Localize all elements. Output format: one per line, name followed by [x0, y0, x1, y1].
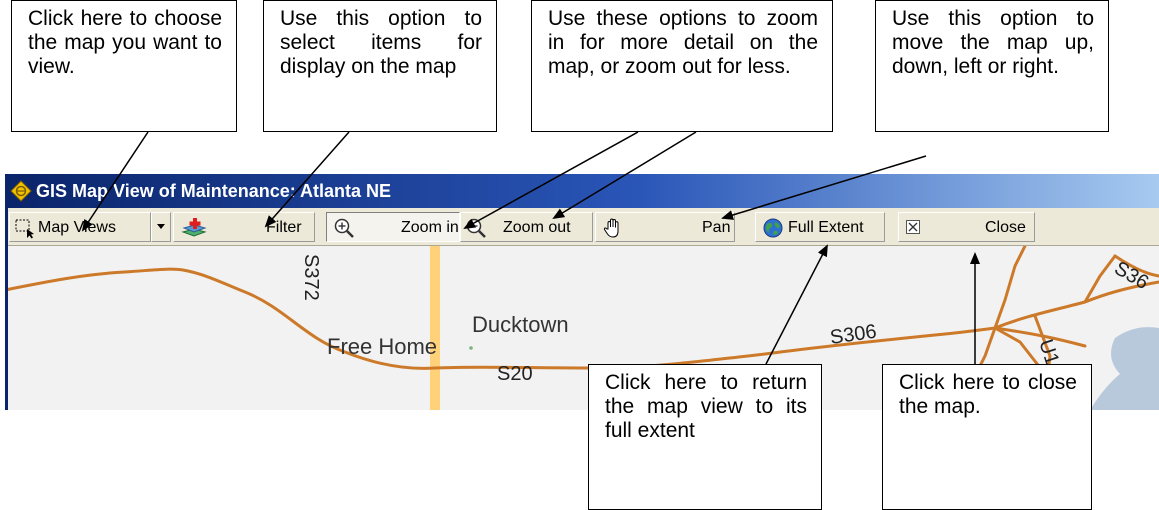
free-home-marker [469, 346, 473, 350]
filter-button[interactable]: Filter [173, 212, 315, 242]
gis-app-icon [10, 180, 32, 202]
chevron-down-icon [157, 224, 165, 229]
callout-zoom-text: Use these options to zoom in for more de… [548, 7, 818, 78]
zoom-in-label: Zoom in [401, 219, 459, 236]
map-views-dropdown[interactable] [151, 212, 171, 242]
title-bar: GIS Map View of Maintenance: Atlanta NE [5, 174, 1159, 208]
window-title: GIS Map View of Maintenance: Atlanta NE [36, 181, 392, 201]
callout-filter-text: Use this option to select items for disp… [280, 7, 482, 78]
callout-close-text: Click here to close the map. [899, 371, 1077, 418]
callout-map-views-text: Click here to choose the map you want to… [28, 7, 222, 78]
globe-icon [763, 218, 783, 238]
map-label-ducktown: Ducktown [472, 312, 569, 337]
close-label: Close [985, 219, 1026, 236]
callout-pan: Use this option to move the map up, down… [875, 0, 1109, 132]
full-extent-label: Full Extent [788, 219, 864, 236]
pan-label: Pan [702, 219, 731, 236]
full-extent-button[interactable]: Full Extent [755, 212, 885, 242]
zoom-in-icon [334, 218, 354, 238]
callout-zoom: Use these options to zoom in for more de… [531, 0, 833, 132]
highway-band [430, 246, 440, 410]
filter-label: Filter [266, 219, 302, 236]
callout-full-extent-text: Click here to return the map view to its… [605, 371, 807, 442]
map-label-s20: S20 [497, 363, 533, 385]
close-map-button[interactable]: Close [898, 212, 1035, 242]
window-frame-left [5, 174, 8, 410]
map-label-free-home: Free Home [327, 334, 437, 359]
select-arrow-icon [15, 219, 34, 239]
map-toolbar: Map Views Filter Zoom in Zoom out Pan Fu… [5, 208, 1159, 246]
pan-hand-icon [603, 218, 619, 238]
zoom-in-button[interactable]: Zoom in [326, 212, 460, 242]
callout-close: Click here to close the map. [882, 364, 1092, 510]
layers-filter-icon [181, 218, 207, 237]
callout-pan-text: Use this option to move the map up, down… [892, 7, 1094, 78]
map-label-s372: S372 [300, 254, 322, 301]
pan-button[interactable]: Pan [595, 212, 735, 242]
zoom-out-label: Zoom out [503, 219, 571, 236]
callout-filter: Use this option to select items for disp… [263, 0, 497, 132]
map-views-label: Map Views [38, 219, 116, 236]
callout-map-views: Click here to choose the map you want to… [11, 0, 237, 132]
callout-full-extent: Click here to return the map view to its… [588, 364, 822, 510]
map-views-button[interactable]: Map Views [9, 212, 151, 242]
zoom-out-button[interactable]: Zoom out [460, 212, 593, 242]
close-box-icon [906, 220, 920, 234]
zoom-out-icon [466, 218, 486, 238]
